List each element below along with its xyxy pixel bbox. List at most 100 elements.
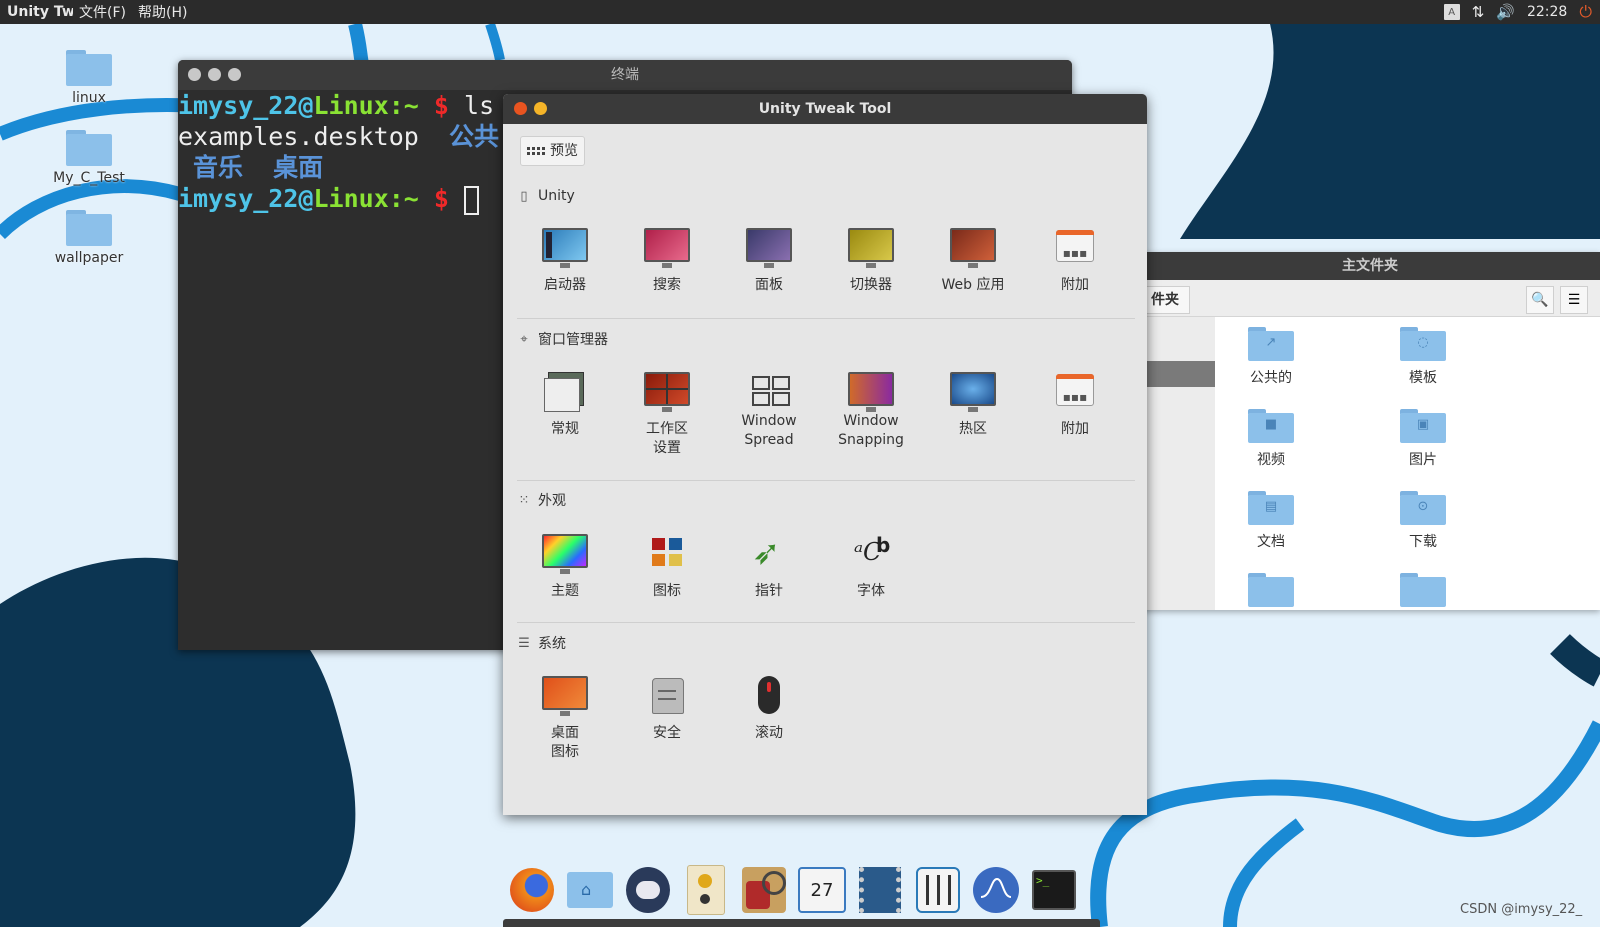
- tweak-label: 字体: [857, 583, 885, 599]
- overview-label: 预览: [550, 143, 578, 159]
- sidebar-selected-item[interactable]: [1140, 361, 1215, 387]
- tweak-label: 指针: [755, 583, 783, 599]
- close-button[interactable]: [514, 102, 527, 115]
- menu-help[interactable]: 帮助(H): [132, 2, 193, 22]
- folder-pictures[interactable]: ▣ 图片: [1373, 409, 1473, 469]
- section-unity: ▯ Unity: [517, 188, 575, 204]
- rhythmbox-icon[interactable]: [681, 865, 731, 915]
- firefox-icon[interactable]: [507, 865, 557, 915]
- prompt-path: :~: [388, 91, 419, 120]
- power-icon[interactable]: ⏻: [1579, 2, 1592, 22]
- tweak-search[interactable]: 搜索: [617, 226, 717, 295]
- tweak-label: 常规: [551, 421, 579, 437]
- cursor-icon: ➶: [752, 533, 781, 573]
- folder-label: 文档: [1257, 534, 1285, 550]
- path-button[interactable]: 件夹: [1140, 286, 1190, 314]
- folder-icon: [1248, 573, 1294, 607]
- folder-icon: ▣: [1400, 409, 1446, 443]
- video-icon: ■: [1264, 417, 1278, 432]
- folder-public[interactable]: ↗ 公共的: [1221, 327, 1321, 387]
- keyboard-layout-icon[interactable]: A: [1443, 4, 1460, 20]
- list-view-button[interactable]: ☰: [1560, 286, 1588, 314]
- tweak-desktop-icons[interactable]: 桌面 图标: [515, 674, 615, 762]
- switcher-icon: [848, 226, 894, 270]
- tweak-fonts[interactable]: ᵃC b 字体: [821, 532, 921, 601]
- tweak-icons[interactable]: 图标: [617, 532, 717, 601]
- minimize-button[interactable]: [208, 68, 221, 81]
- tweak-hotcorners[interactable]: 热区: [923, 370, 1023, 439]
- minimize-button[interactable]: [534, 102, 547, 115]
- file-manager-window[interactable]: 主文件夹 件夹 🔍 ☰ ↗ 公共的 ◌ 模板 ■ 视频 ▣ 图片 ▤ 文档 ⊙ 下载: [1140, 252, 1600, 610]
- unity-tweak-tool-window[interactable]: Unity Tweak Tool 预览 ▯ Unity 启动器 搜索 面板 切换…: [503, 94, 1147, 815]
- tweak-unity-additional[interactable]: ▪▪▪ 附加: [1025, 226, 1125, 295]
- tweak-window-snapping[interactable]: Window Snapping: [821, 370, 921, 450]
- section-title: Unity: [538, 188, 575, 204]
- tweak-panel[interactable]: 面板: [719, 226, 819, 295]
- file-manager-title[interactable]: 主文件夹: [1140, 252, 1600, 280]
- tweak-label: 桌面 图标: [551, 725, 579, 760]
- tweak-theme[interactable]: 主题: [515, 532, 615, 601]
- prompt-at: @: [298, 91, 314, 120]
- tweak-launcher[interactable]: 启动器: [515, 226, 615, 295]
- clock[interactable]: 22:28: [1527, 4, 1567, 20]
- desktop-icon-my-c-test[interactable]: My_C_Test: [49, 130, 129, 186]
- search-button[interactable]: 🔍: [1526, 286, 1554, 314]
- terminal-icon[interactable]: >_: [1029, 865, 1079, 915]
- tweak-label: 附加: [1061, 277, 1089, 293]
- section-title: 外观: [538, 493, 566, 509]
- window-spread-icon: [746, 370, 792, 414]
- tweak-tool-icon[interactable]: [913, 865, 963, 915]
- menu-file[interactable]: 文件(F): [73, 2, 132, 22]
- folder-templates[interactable]: ◌ 模板: [1373, 327, 1473, 387]
- desktop-icon-wallpaper[interactable]: wallpaper: [49, 210, 129, 266]
- section-divider: [517, 622, 1135, 623]
- tweak-label: 面板: [755, 277, 783, 293]
- tweak-label: 图标: [653, 583, 681, 599]
- fonts-icon: ᵃC b: [854, 533, 891, 566]
- terminal-cursor: [464, 185, 480, 215]
- folder-icon: [66, 130, 112, 166]
- files-icon[interactable]: ⌂: [565, 865, 615, 915]
- maximize-button[interactable]: [228, 68, 241, 81]
- window-snapping-icon: [848, 370, 894, 414]
- disk-usage-icon[interactable]: [739, 865, 789, 915]
- prompt-user: imysy_22: [178, 184, 299, 213]
- folder-music[interactable]: [1221, 573, 1321, 610]
- workspace-icon: [644, 370, 690, 414]
- tweak-workspace-settings[interactable]: 工作区 设置: [617, 370, 717, 458]
- desktop-icon-linux[interactable]: linux: [49, 50, 129, 106]
- volume-icon[interactable]: 🔊: [1496, 3, 1515, 21]
- tweak-cursors[interactable]: ➶ 指针: [719, 532, 819, 601]
- network-icon[interactable]: ⇅: [1472, 3, 1485, 21]
- terminal-dirs: 音乐 桌面: [178, 153, 324, 182]
- tweak-wm-additional[interactable]: ▪▪▪ 附加: [1025, 370, 1125, 439]
- system-monitor-icon[interactable]: [971, 865, 1021, 915]
- folder-videos[interactable]: ■ 视频: [1221, 409, 1321, 469]
- folder-label: 模板: [1409, 370, 1437, 386]
- videos-icon[interactable]: [855, 865, 905, 915]
- top-panel: Unity Tw 文件(F) 帮助(H) A ⇅ 🔊 22:28 ⏻: [0, 0, 1600, 24]
- security-icon: [644, 674, 690, 718]
- section-title: 系统: [538, 636, 566, 652]
- folder-desktop[interactable]: [1373, 573, 1473, 610]
- terminal-titlebar[interactable]: 终端: [178, 60, 1072, 90]
- tweak-switcher[interactable]: 切换器: [821, 226, 921, 295]
- prompt-at: @: [298, 184, 314, 213]
- folder-downloads[interactable]: ⊙ 下载: [1373, 491, 1473, 551]
- tweak-label: 滚动: [755, 725, 783, 741]
- desktop-icon-label: My_C_Test: [53, 170, 125, 186]
- tweak-general[interactable]: 常规: [515, 370, 615, 439]
- download-icon: ⊙: [1417, 499, 1429, 514]
- tweak-webapps[interactable]: Web 应用: [923, 226, 1023, 295]
- pidgin-icon[interactable]: [623, 865, 673, 915]
- folder-documents[interactable]: ▤ 文档: [1221, 491, 1321, 551]
- tweak-scrolling[interactable]: 滚动: [719, 674, 819, 743]
- theme-icon: [542, 532, 588, 576]
- watermark: CSDN @imysy_22_: [1460, 902, 1583, 917]
- close-button[interactable]: [188, 68, 201, 81]
- tweak-security[interactable]: 安全: [617, 674, 717, 743]
- calendar-icon[interactable]: 27: [797, 865, 847, 915]
- overview-button[interactable]: 预览: [520, 136, 585, 166]
- utt-titlebar[interactable]: Unity Tweak Tool: [503, 94, 1147, 124]
- tweak-window-spread[interactable]: Window Spread: [719, 370, 819, 450]
